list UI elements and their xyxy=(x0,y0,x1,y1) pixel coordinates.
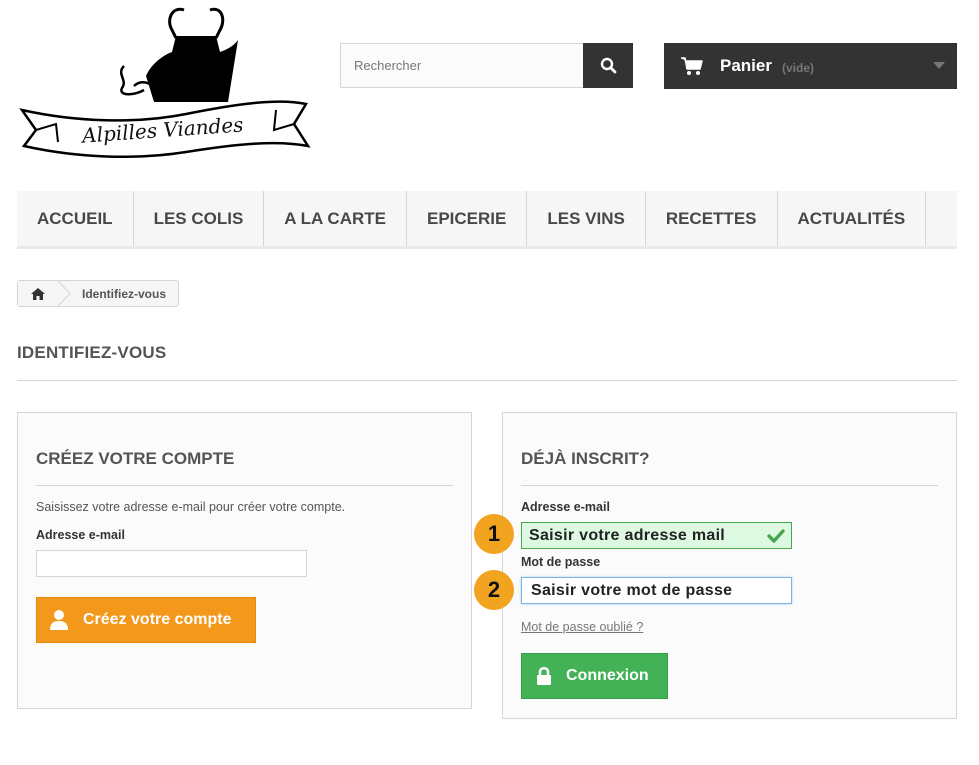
menu-item-les-vins[interactable]: LES VINS xyxy=(527,191,646,246)
login-panel: DÉJÀ INSCRIT? Adresse e-mail Saisir votr… xyxy=(502,412,957,719)
search-button[interactable] xyxy=(583,43,633,88)
breadcrumb: Identifiez-vous xyxy=(17,280,180,307)
cart-icon xyxy=(681,57,703,75)
site-logo[interactable]: Alpilles Viandes xyxy=(16,6,312,168)
annotation-badge-2: 2 xyxy=(474,570,514,610)
user-icon xyxy=(50,610,68,630)
menu-item-actualites[interactable]: ACTUALITÉS xyxy=(778,191,927,246)
login-email-label: Adresse e-mail xyxy=(521,500,610,514)
search-icon xyxy=(600,57,616,74)
cart-title: Panier xyxy=(720,56,772,75)
forgot-password-link[interactable]: Mot de passe oublié ? xyxy=(521,620,643,634)
check-icon xyxy=(767,529,785,543)
cart-status: (vide) xyxy=(781,61,814,75)
login-email-value: Saisir votre adresse mail xyxy=(529,527,726,544)
lock-icon xyxy=(537,666,551,685)
menu-item-les-colis[interactable]: LES COLIS xyxy=(134,191,265,246)
login-title: DÉJÀ INSCRIT? xyxy=(521,449,650,468)
menu-item-a-la-carte[interactable]: A LA CARTE xyxy=(264,191,407,246)
menu-item-epicerie[interactable]: EPICERIE xyxy=(407,191,528,246)
breadcrumb-current: Identifiez-vous xyxy=(82,286,167,301)
create-email-label: Adresse e-mail xyxy=(36,528,125,542)
divider xyxy=(36,485,453,486)
divider xyxy=(521,485,938,486)
apron-logo-icon xyxy=(19,7,311,159)
page-title: IDENTIFIEZ-VOUS xyxy=(17,343,167,362)
login-password-field[interactable]: Saisir votre mot de passe xyxy=(521,577,792,604)
home-icon xyxy=(30,287,45,300)
main-menu: ACCUEIL LES COLIS A LA CARTE EPICERIE LE… xyxy=(17,191,957,249)
chevron-down-icon xyxy=(933,62,945,69)
create-account-title: CRÉEZ VOTRE COMPTE xyxy=(36,449,235,468)
cart-button[interactable]: Panier (vide) xyxy=(664,43,957,89)
breadcrumb-separator xyxy=(57,280,71,307)
search-input[interactable] xyxy=(340,43,583,88)
login-password-value: Saisir votre mot de passe xyxy=(531,582,733,599)
breadcrumb-home[interactable] xyxy=(18,280,71,307)
annotation-badge-1: 1 xyxy=(474,514,514,554)
menu-item-accueil[interactable]: ACCUEIL xyxy=(17,191,134,246)
divider xyxy=(17,380,957,381)
create-account-button-label: Créez votre compte xyxy=(83,611,232,628)
login-button[interactable]: Connexion xyxy=(521,653,668,699)
login-password-label: Mot de passe xyxy=(521,555,601,569)
menu-item-recettes[interactable]: RECETTES xyxy=(646,191,778,246)
search-bar xyxy=(340,43,633,88)
login-email-field[interactable]: Saisir votre adresse mail xyxy=(521,522,792,549)
login-button-label: Connexion xyxy=(566,667,649,684)
create-account-panel: CRÉEZ VOTRE COMPTE Saisissez votre adres… xyxy=(17,412,472,709)
create-account-hint: Saisissez votre adresse e-mail pour crée… xyxy=(36,500,346,514)
create-account-button[interactable]: Créez votre compte xyxy=(36,597,256,643)
create-email-field[interactable] xyxy=(36,550,307,577)
